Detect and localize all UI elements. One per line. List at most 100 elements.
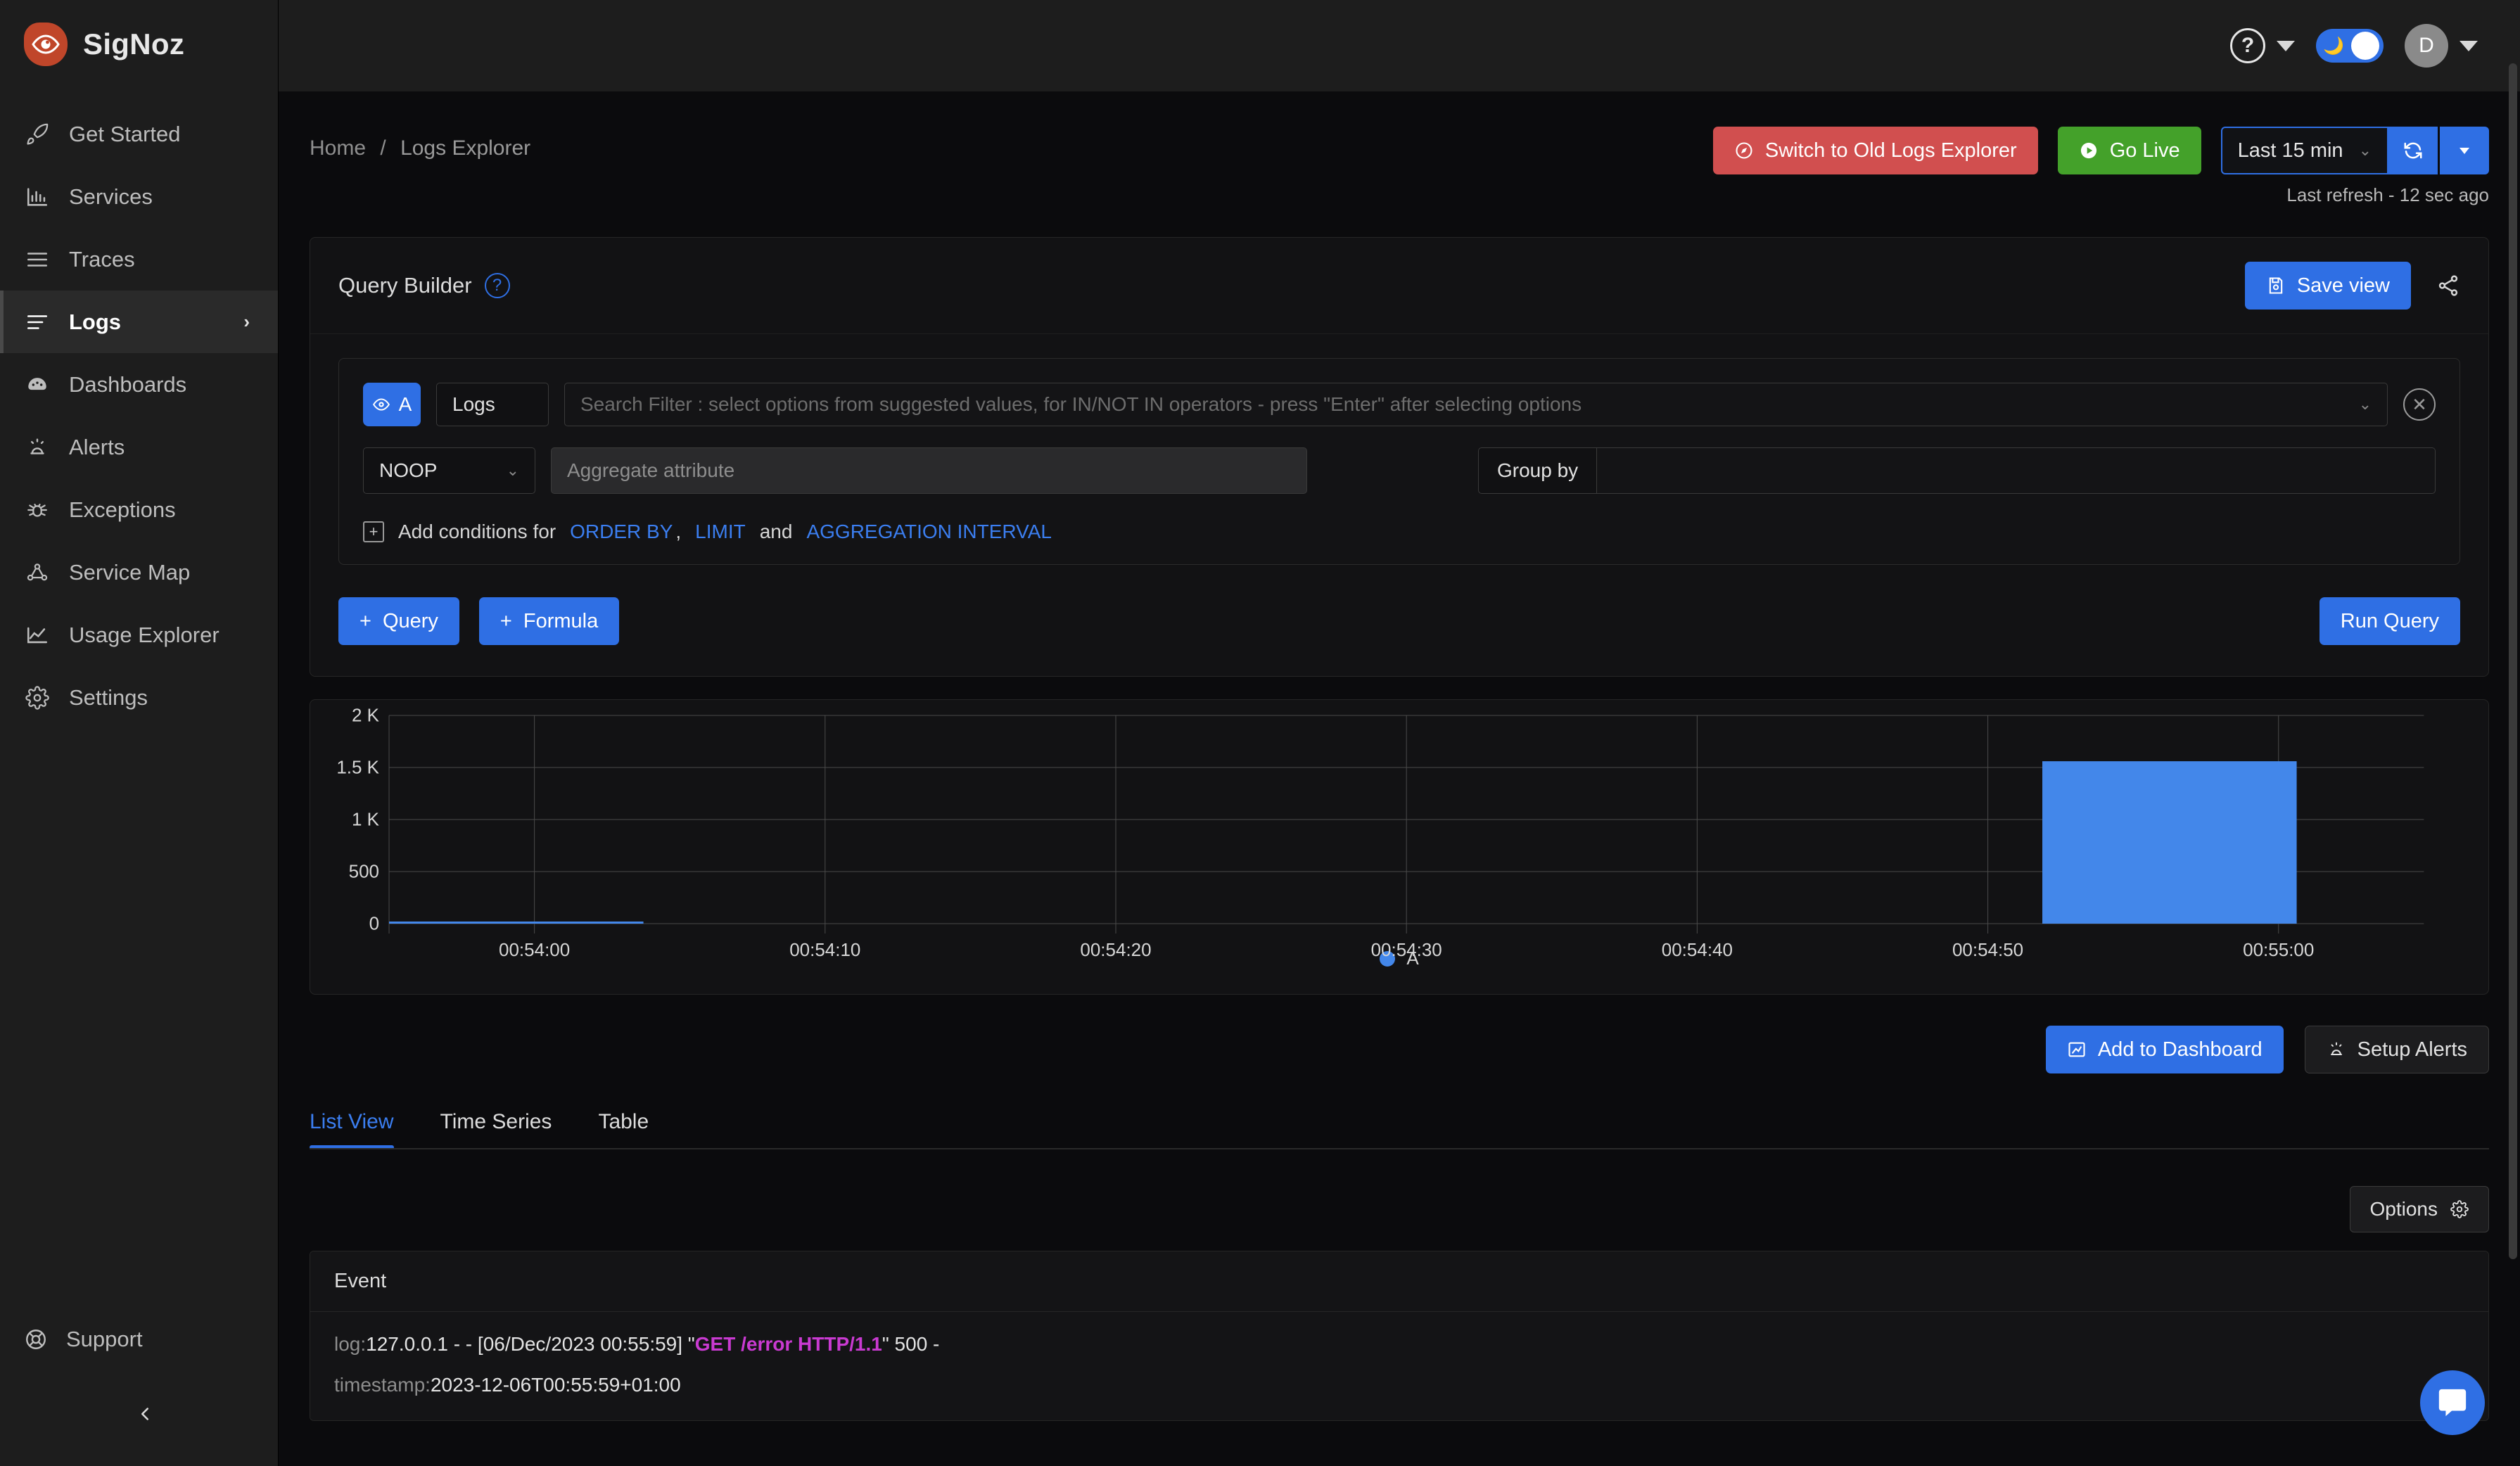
user-menu-button[interactable]: D [2405,24,2478,68]
sidebar-item-get-started[interactable]: Get Started [0,103,278,165]
chart-bar[interactable] [389,922,644,924]
query-builder-panel: Query Builder ? Save view A Logs Search … [310,237,2489,677]
chart-bar[interactable] [2042,761,2297,924]
gear-icon [24,684,51,711]
line-chart-icon [24,622,51,649]
aggregate-attribute-placeholder: Aggregate attribute [567,459,735,481]
save-disk-icon [2266,276,2286,295]
sidebar-item-settings[interactable]: Settings [0,666,278,729]
plus-icon: + [359,609,371,632]
data-source-select[interactable]: Logs [436,383,549,426]
caret-down-icon [2459,40,2478,51]
refresh-interval-dropdown[interactable] [2440,127,2489,174]
header-actions: Switch to Old Logs Explorer Go Live Last… [1712,127,2489,206]
query-builder-title: Query Builder [338,273,472,298]
sidebar-item-label: Traces [69,246,135,272]
question-mark-icon[interactable]: ? [484,273,510,298]
aggregate-operator-value: NOOP [379,459,438,481]
switch-old-logs-explorer-button[interactable]: Switch to Old Logs Explorer [1712,127,2038,174]
brand[interactable]: SigNoz [0,0,278,87]
group-by-group: Group by [1478,447,2436,494]
page-scrollbar[interactable] [2509,63,2517,1259]
alert-siren-icon [2327,1040,2346,1059]
save-view-label: Save view [2296,274,2390,297]
time-range-value: Last 15 min [2237,139,2343,162]
log-list-item[interactable]: log:127.0.0.1 - - [06/Dec/2023 00:55:59]… [310,1312,2488,1420]
sidebar-item-label: Get Started [69,121,181,146]
options-button[interactable]: Options [2349,1186,2489,1232]
save-view-button[interactable]: Save view [2244,262,2411,310]
top-bar: ? 🌙 D [279,0,2520,91]
avatar: D [2405,24,2448,68]
tab-time-series[interactable]: Time Series [440,1110,552,1149]
query-builder-body: A Logs Search Filter : select options fr… [310,334,2488,676]
switch-old-logs-explorer-label: Switch to Old Logs Explorer [1764,139,2017,162]
sidebar-support-label: Support [66,1327,143,1351]
sidebar-item-exceptions[interactable]: Exceptions [0,478,278,541]
setup-alerts-label: Setup Alerts [2357,1038,2467,1061]
query-add-buttons: + Query + Formula [338,597,620,645]
add-formula-button[interactable]: + Formula [478,597,620,645]
sidebar-item-services[interactable]: Services [0,165,278,228]
compass-icon [1734,141,1754,160]
intercom-chat-button[interactable] [2420,1370,2485,1435]
moon-icon: 🌙 [2323,36,2344,56]
plus-box-icon[interactable]: + [363,521,384,542]
query-row-a: A Logs Search Filter : select options fr… [338,358,2460,565]
app-root: SigNoz Get Started Services Traces Logs … [0,0,2520,1466]
signoz-logo-icon [24,23,68,66]
time-range-select[interactable]: Last 15 min ⌄ [2220,127,2388,174]
add-to-dashboard-button[interactable]: Add to Dashboard [2045,1026,2284,1073]
gear-icon [2450,1200,2469,1218]
alert-siren-icon [24,434,51,461]
breadcrumb-current: Logs Explorer [400,136,531,160]
search-filter-input[interactable]: Search Filter : select options from sugg… [564,383,2388,426]
sidebar-collapse-button[interactable] [124,1393,166,1435]
go-live-button[interactable]: Go Live [2057,127,2201,174]
clear-query-button[interactable]: ✕ [2403,388,2436,421]
query-a-badge[interactable]: A [363,383,421,426]
aggregate-attribute-input[interactable]: Aggregate attribute [551,447,1307,494]
share-icon[interactable] [2436,274,2460,298]
log-key: log: [334,1333,367,1355]
options-label: Options [2369,1198,2438,1220]
query-builder-title-group: Query Builder ? [338,273,510,298]
setup-alerts-button[interactable]: Setup Alerts [2304,1026,2489,1073]
go-live-label: Go Live [2109,139,2180,162]
timestamp-key: timestamp: [334,1374,431,1396]
bar-chart-icon [24,184,51,210]
group-by-input[interactable] [1597,447,2436,494]
sidebar-item-support[interactable]: Support [24,1327,143,1352]
timestamp-value: 2023-12-06T00:55:59+01:00 [430,1374,681,1396]
chevron-down-icon: ⌄ [2358,141,2372,159]
histogram-chart[interactable] [310,700,2488,953]
tab-table[interactable]: Table [598,1110,649,1149]
query-filter-row: A Logs Search Filter : select options fr… [363,383,2436,426]
chevron-right-icon[interactable]: › [243,311,250,333]
tab-list-view[interactable]: List View [310,1110,394,1149]
aggregation-interval-link[interactable]: AGGREGATION INTERVAL [806,521,1052,543]
add-conditions-prefix: Add conditions for [398,521,556,542]
sidebar-item-label: Service Map [69,559,191,585]
aggregate-operator-select[interactable]: NOOP ⌄ [363,447,535,494]
log-timestamp-line: timestamp:2023-12-06T00:55:59+01:00 [334,1374,2464,1396]
breadcrumb-home[interactable]: Home [310,136,366,160]
refresh-button[interactable] [2388,127,2438,174]
page-content: Home / Logs Explorer Switch to Old Logs … [279,91,2520,1421]
dashboard-icon [24,371,51,398]
limit-link[interactable]: LIMIT [695,521,746,543]
sidebar-item-dashboards[interactable]: Dashboards [0,353,278,416]
theme-toggle[interactable]: 🌙 [2316,29,2384,63]
sidebar-item-traces[interactable]: Traces [0,228,278,291]
sidebar-item-usage-explorer[interactable]: Usage Explorer [0,604,278,666]
add-query-button[interactable]: + Query [338,597,459,645]
bug-icon [24,497,51,523]
sidebar-item-service-map[interactable]: Service Map [0,541,278,604]
order-by-link[interactable]: ORDER BY [570,521,673,543]
sidebar-item-alerts[interactable]: Alerts [0,416,278,478]
help-button[interactable]: ? [2230,28,2295,63]
brand-name: SigNoz [83,27,185,60]
run-query-button[interactable]: Run Query [2319,597,2460,645]
sidebar-item-logs[interactable]: Logs › [0,291,278,353]
eye-icon [372,395,390,414]
